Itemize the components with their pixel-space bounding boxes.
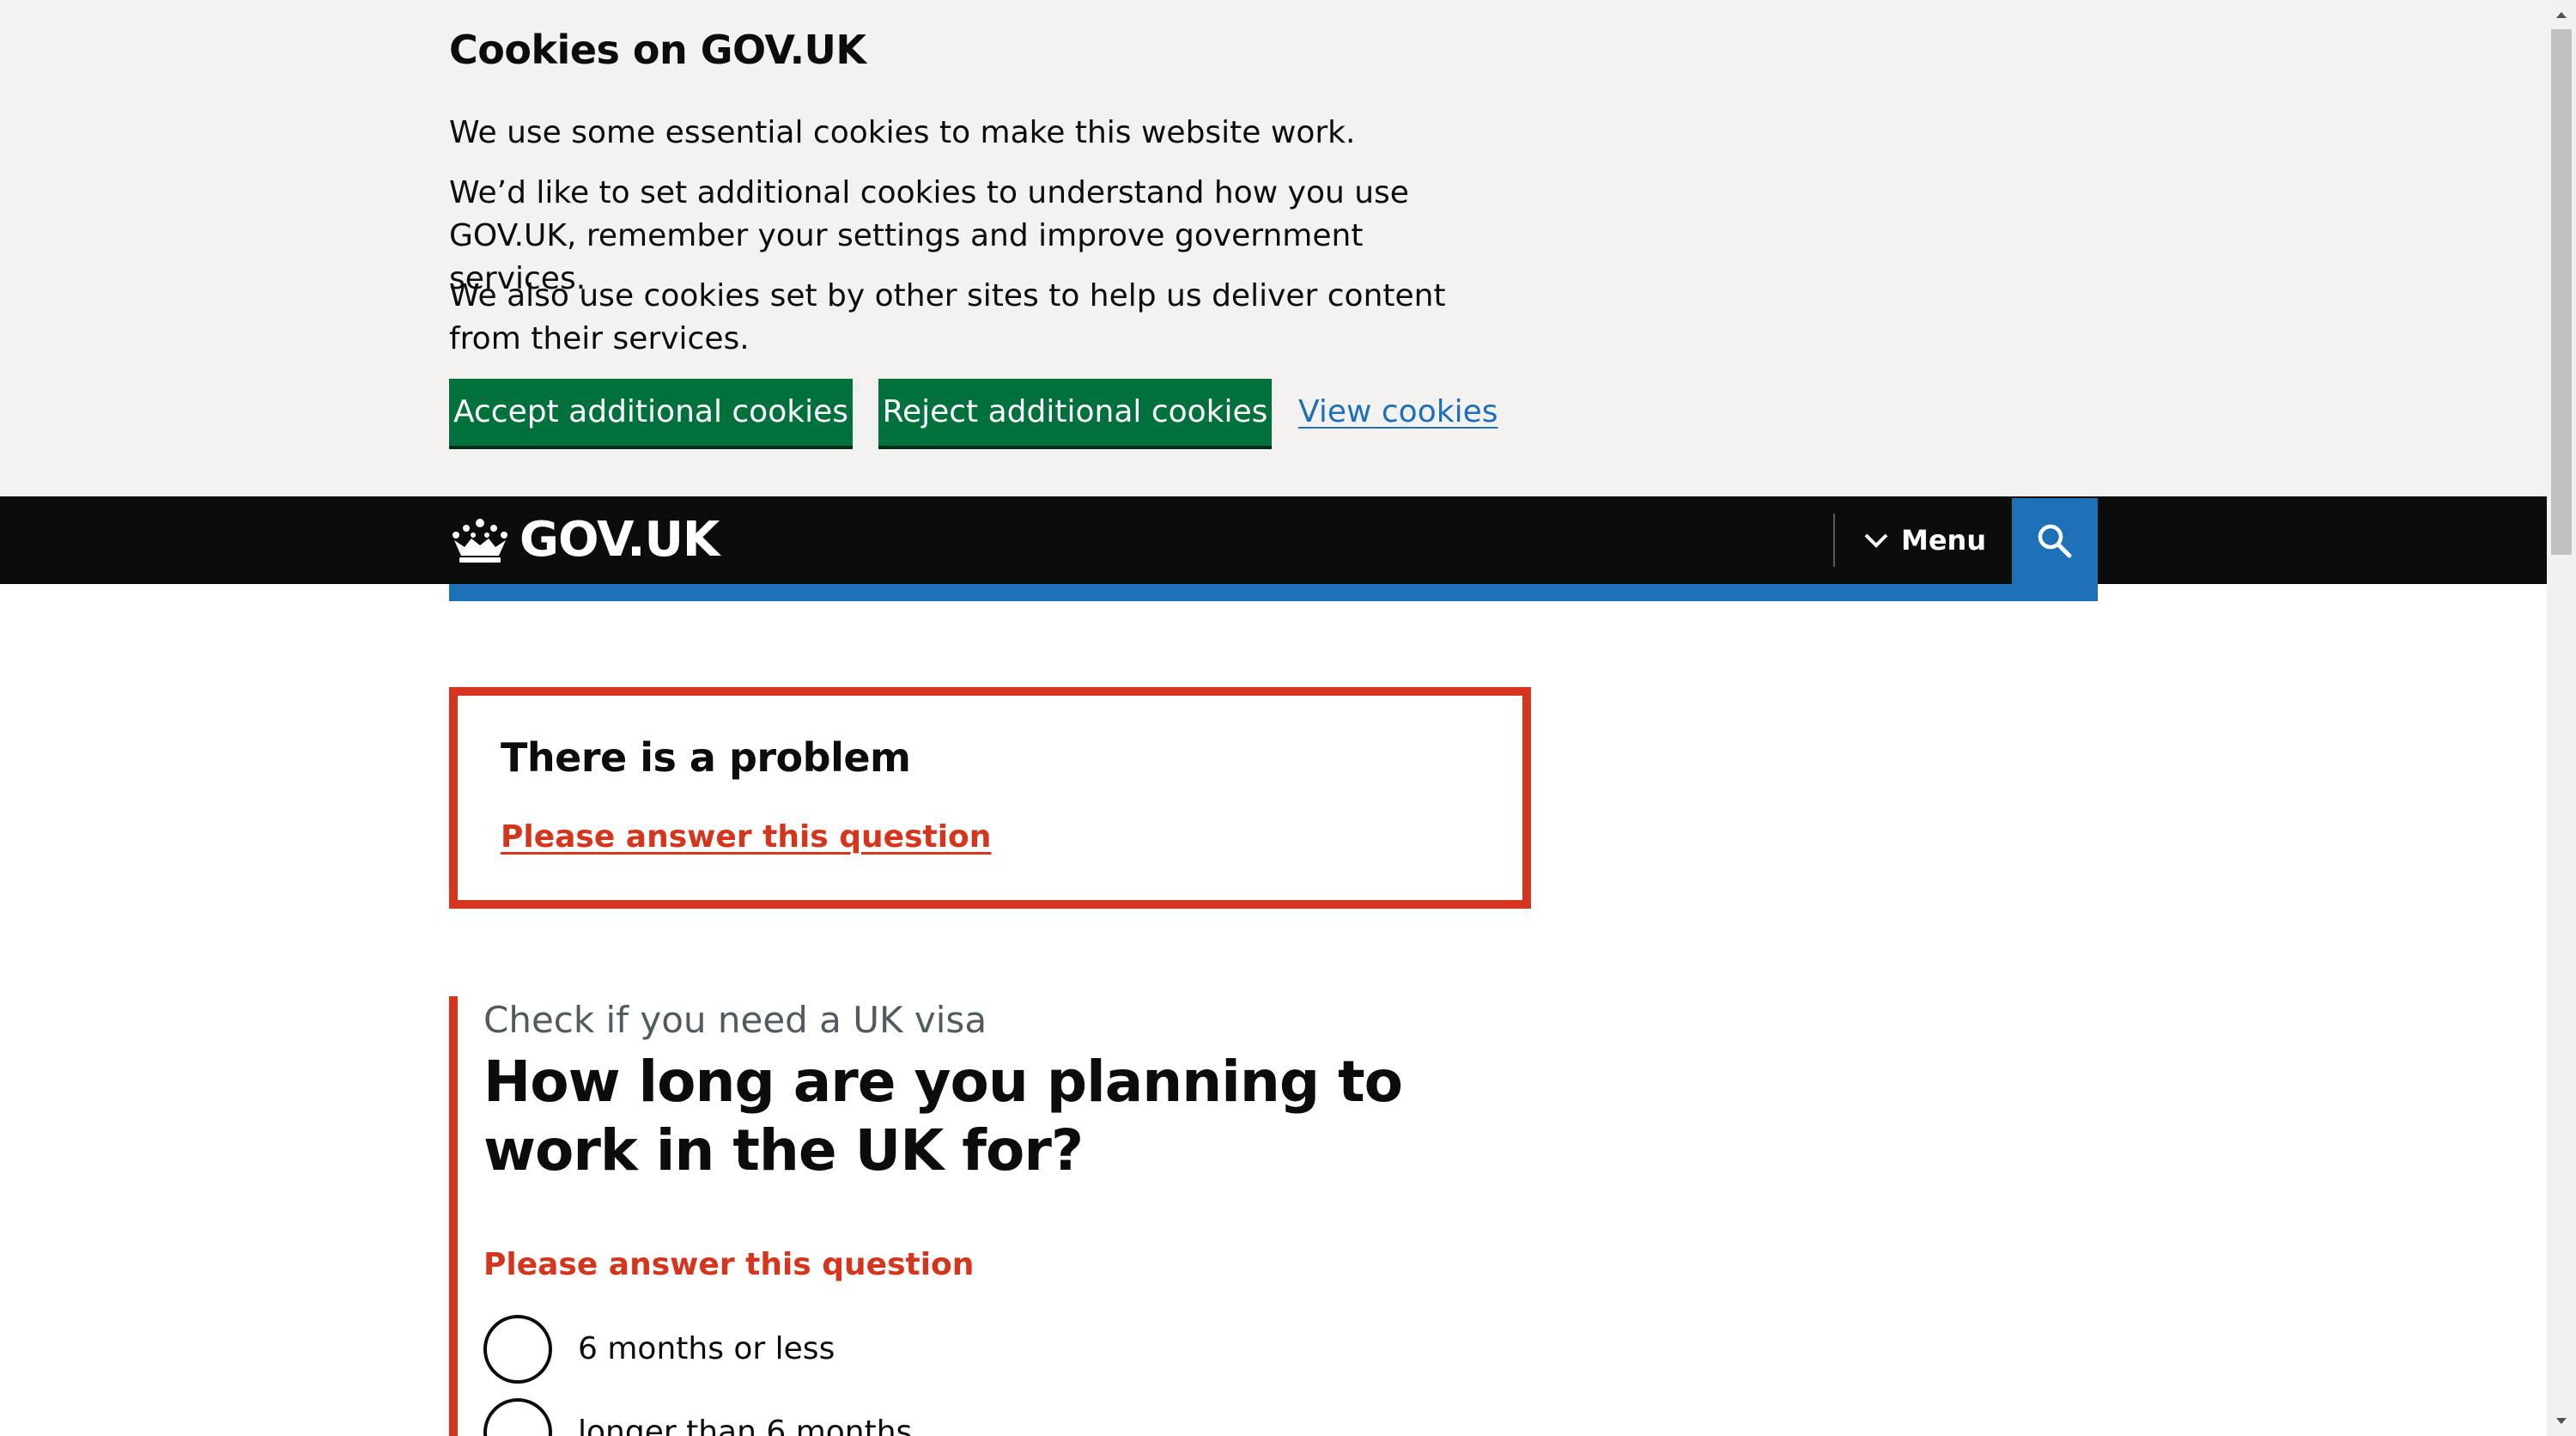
form-group-error-bar (449, 996, 458, 1436)
search-button[interactable] (2012, 498, 2098, 584)
cookie-banner-paragraph: We also use cookies set by other sites t… (449, 278, 1446, 356)
radio-button[interactable] (483, 1315, 552, 1384)
crown-icon (453, 519, 507, 563)
site-header (0, 496, 2547, 584)
logo-text: GOV.UK (519, 512, 720, 568)
page-title: How long are you planning to work in the… (483, 1049, 1403, 1183)
radio-label[interactable]: longer than 6 months (578, 1411, 912, 1436)
scrollbar[interactable] (2547, 0, 2576, 1436)
page-caption: Check if you need a UK visa (483, 999, 987, 1041)
accept-cookies-button[interactable]: Accept additional cookies (449, 379, 853, 446)
radio-label[interactable]: 6 months or less (578, 1328, 835, 1371)
header-divider (1833, 514, 1835, 567)
scroll-down-arrow-icon[interactable] (2547, 1407, 2576, 1436)
cookie-banner-title: Cookies on GOV.UK (449, 27, 866, 73)
govuk-logo-link[interactable]: GOV.UK (449, 512, 720, 568)
reject-cookies-button[interactable]: Reject additional cookies (878, 379, 1272, 446)
error-summary: There is a problem Please answer this qu… (449, 687, 1531, 909)
cookie-banner: Cookies on GOV.UK We use some essential … (0, 0, 2547, 496)
header-blue-bar (449, 584, 2098, 601)
menu-button[interactable]: Menu (1863, 519, 1986, 562)
page: Cookies on GOV.UK We use some essential … (0, 0, 2576, 1436)
radio-button[interactable] (483, 1398, 552, 1436)
chevron-down-icon (1864, 533, 1888, 548)
radio-option-6-months-or-less[interactable]: 6 months or less (483, 1315, 835, 1384)
menu-label: Menu (1901, 524, 1987, 557)
scrollbar-thumb[interactable] (2551, 29, 2572, 555)
error-message: Please answer this question (483, 1247, 975, 1282)
cookie-banner-paragraph: We use some essential cookies to make th… (449, 115, 1356, 150)
error-summary-link[interactable]: Please answer this question (501, 816, 991, 859)
view-cookies-link[interactable]: View cookies (1298, 391, 1498, 434)
scroll-up-arrow-icon[interactable] (2547, 0, 2576, 29)
search-icon (2038, 524, 2072, 558)
error-summary-title: There is a problem (501, 734, 911, 781)
radio-option-longer-than-6-months[interactable]: longer than 6 months (483, 1398, 912, 1436)
